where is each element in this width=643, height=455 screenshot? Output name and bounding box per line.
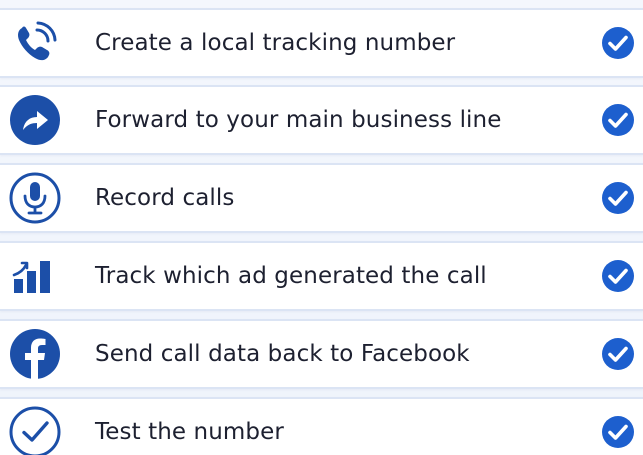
checklist-item-label: Test the number <box>95 419 284 445</box>
check-circle-outline-icon <box>9 406 61 455</box>
check-circle-icon <box>602 416 634 448</box>
checklist-item: Track which ad generated the call <box>0 241 643 311</box>
checklist-item-label: Send call data back to Facebook <box>95 341 470 367</box>
checklist-item-label: Track which ad generated the call <box>95 263 487 289</box>
checklist-item-label: Create a local tracking number <box>95 30 456 56</box>
forward-arrow-icon <box>10 95 60 145</box>
checklist-item: Test the number <box>0 397 643 455</box>
checklist-item: Send call data back to Facebook <box>0 319 643 389</box>
checklist-item: Create a local tracking number <box>0 8 643 78</box>
bar-chart-icon <box>12 261 50 293</box>
facebook-icon <box>10 329 60 379</box>
setup-checklist: Create a local tracking number Forward t… <box>0 0 643 455</box>
checklist-item-label: Forward to your main business line <box>95 107 502 133</box>
checklist-item: Record calls <box>0 163 643 233</box>
checklist-item: Forward to your main business line <box>0 85 643 155</box>
microphone-icon <box>9 172 61 224</box>
checklist-item-label: Record calls <box>95 185 235 211</box>
check-circle-icon <box>602 338 634 370</box>
phone-call-icon <box>10 18 60 68</box>
check-circle-icon <box>602 104 634 136</box>
check-circle-icon <box>602 260 634 292</box>
check-circle-icon <box>602 27 634 59</box>
check-circle-icon <box>602 182 634 214</box>
